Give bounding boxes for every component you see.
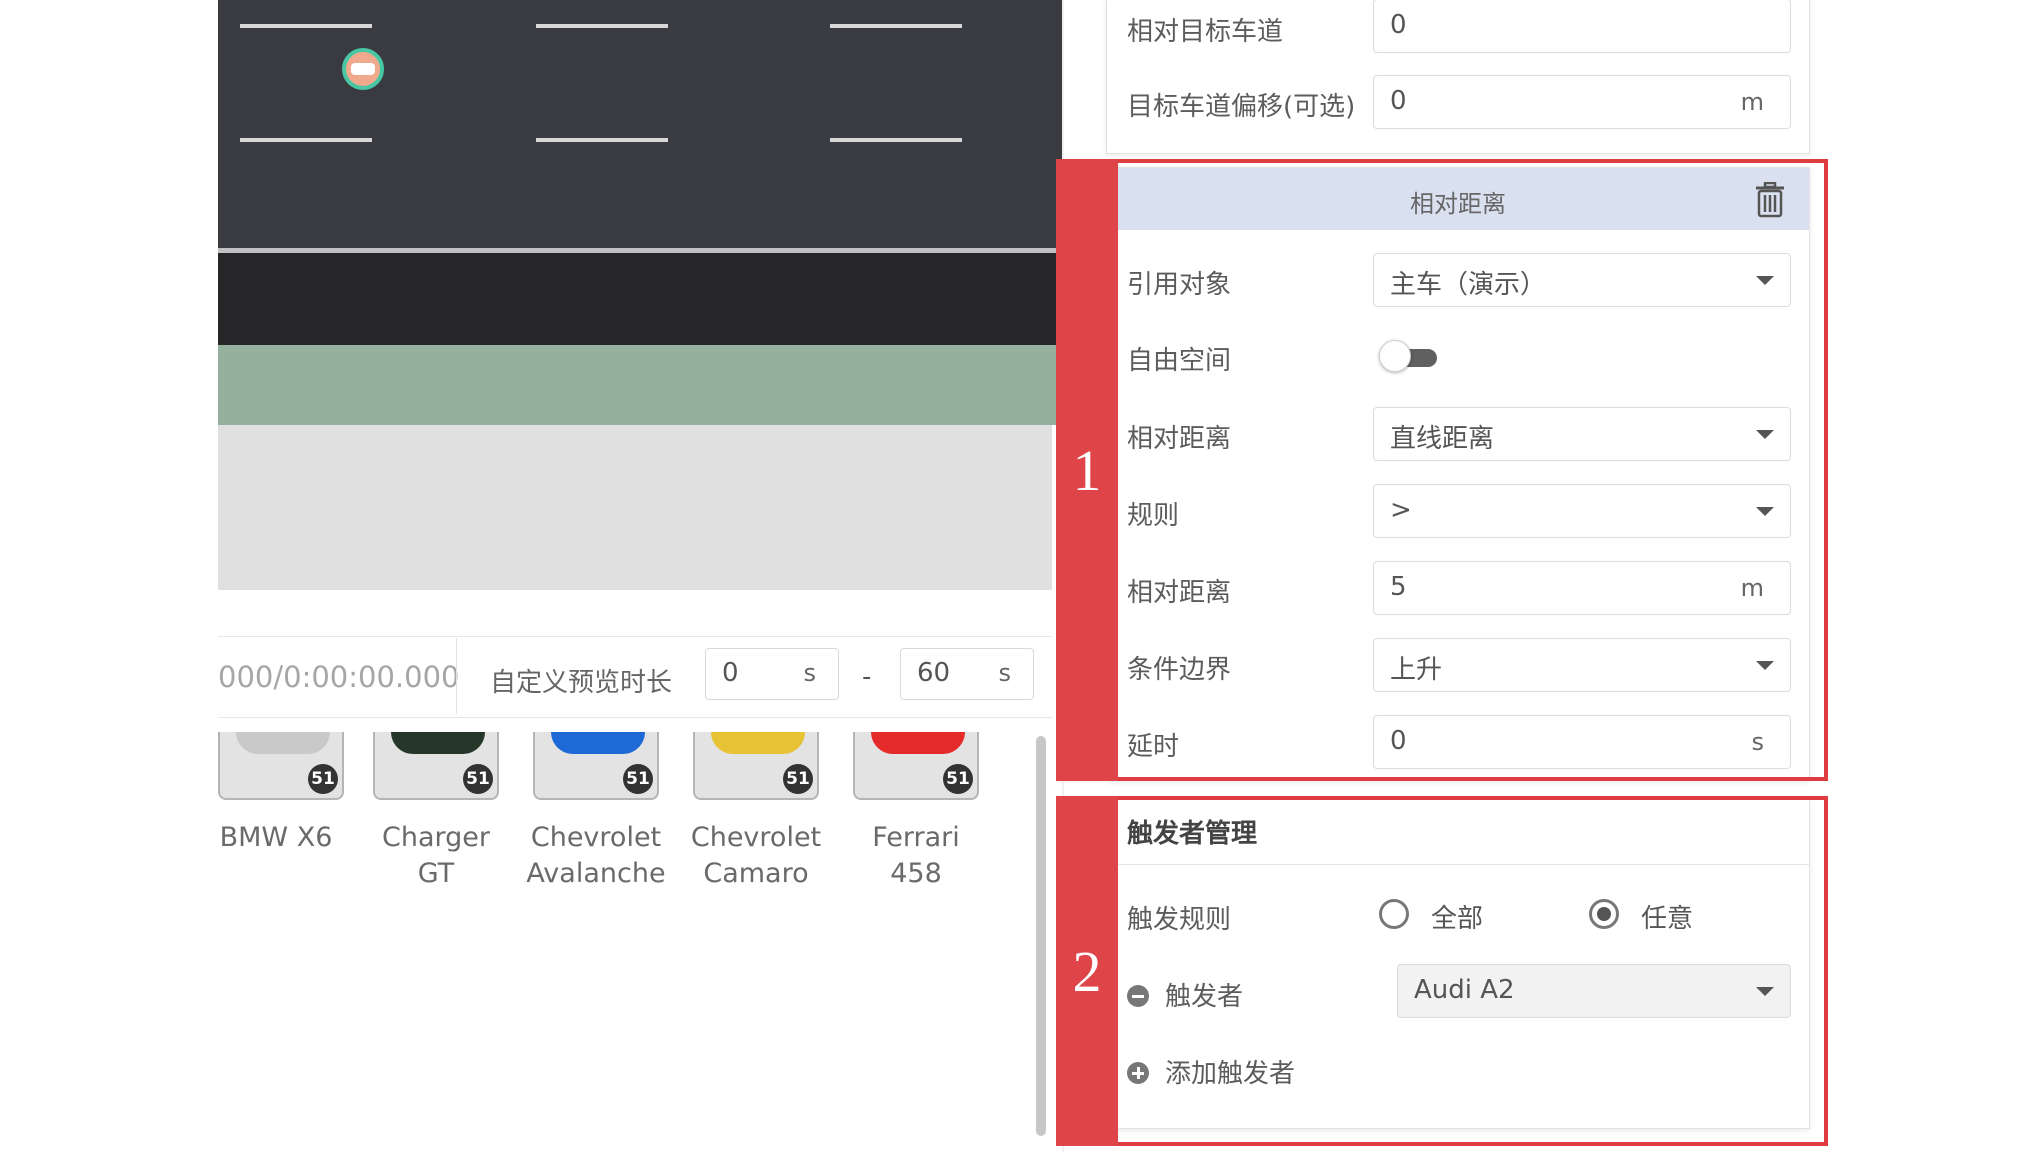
vehicle-thumbnail: 51 [533,732,659,800]
vehicle-name-line: Avalanche [526,858,666,889]
lane-offset-value: 0 [1390,86,1407,116]
grass-strip [218,345,1062,425]
lane-marking [240,138,372,142]
lane-marking [536,138,668,142]
lane-marking [240,24,372,28]
lane-offset-label: 目标车道偏移(可选) [1127,92,1356,122]
lane-offset-input[interactable]: 0 m [1373,75,1791,129]
vehicle-thumbnail: 51 [218,732,344,800]
vehicle-name-line: GT [417,858,455,889]
vehicle-card-bmw-x6[interactable]: 51 [218,732,344,800]
badge-icon: 51 [308,764,338,794]
vehicle-card-chevrolet-avalanche[interactable]: 51 [533,732,659,800]
vehicle-name-line: 458 [890,858,942,889]
relative-target-lane-label: 相对目标车道 [1127,17,1284,47]
timecode: 000/0:00:00.000 [218,660,460,694]
preview-start-value: 0 [722,658,739,688]
range-dash: - [862,662,872,692]
badge-icon: 51 [463,764,493,794]
vehicle-name: BMW X6 [196,820,356,856]
car-image [236,732,330,754]
vehicle-name-line: Chevrolet [690,822,822,853]
car-image [871,732,965,754]
annotation-box-1 [1056,159,1828,781]
car-image [711,732,805,754]
vehicle-name-line: Ferrari [872,822,960,853]
vehicle-thumbnail: 51 [693,732,819,800]
vehicle-name-line: Camaro [703,858,809,889]
road-shoulder [218,253,1062,345]
vehicle-card-charger-gt[interactable]: 51 [373,732,499,800]
preview-end-input[interactable]: 60 s [900,648,1034,700]
vehicle-name-line: BMW X6 [219,822,333,853]
badge-icon: 51 [623,764,653,794]
lane-marking [830,24,962,28]
sidewalk [218,425,1052,590]
badge-icon: 51 [783,764,813,794]
lane-offset-unit: m [1740,88,1764,116]
road-lanes [218,0,1062,250]
preview-end-value: 60 [917,658,951,688]
annotation-tab-2: 2 [1056,796,1118,1146]
relative-target-lane-value: 0 [1390,10,1407,40]
badge-icon: 51 [943,764,973,794]
preview-start-unit: s [803,659,816,687]
preview-start-input[interactable]: 0 s [705,648,839,700]
library-scrollbar[interactable] [1036,736,1046,1136]
car-icon [351,63,375,75]
vehicle-card-ferrari-458[interactable]: 51 [853,732,979,800]
vehicle-name: Chevrolet Avalanche [516,820,676,892]
vehicle-name: Charger GT [356,820,516,892]
vehicle-thumbnail: 51 [853,732,979,800]
annotation-box-2 [1056,796,1828,1146]
target-lane-card: 相对目标车道 0 目标车道偏移(可选) 0 m [1106,0,1810,154]
vehicle-name: Chevrolet Camaro [676,820,836,892]
vehicle-name: Ferrari 458 [836,820,996,892]
lane-marking [536,24,668,28]
vehicle-name-line: Charger [382,822,490,853]
vehicle-name-line: Chevrolet [530,822,662,853]
vehicle-thumbnail: 51 [373,732,499,800]
car-image [551,732,645,754]
preview-duration-label: 自定义预览时长 [490,668,673,698]
car-image [391,732,485,754]
relative-target-lane-input[interactable]: 0 [1373,0,1791,53]
preview-end-unit: s [998,659,1011,687]
vehicle-card-chevrolet-camaro[interactable]: 51 [693,732,819,800]
timeline-divider [456,638,457,714]
annotation-tab-1: 1 [1056,159,1118,781]
lane-marking [830,138,962,142]
vehicle-marker-icon[interactable] [342,48,384,90]
